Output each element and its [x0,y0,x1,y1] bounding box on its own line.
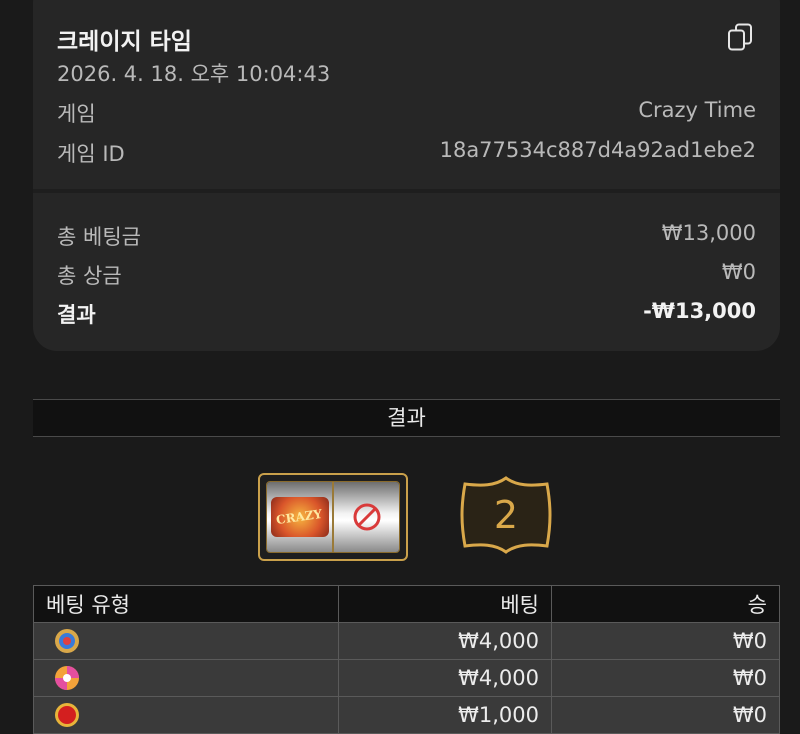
slot-reel-left: CRAZY [267,482,334,552]
total-win-row: 총 상금 ₩0 [57,260,756,290]
col-bet-type: 베팅 유형 [33,585,339,623]
game-id-value[interactable]: 18a77534c887d4a92ad1ebe2 [440,138,756,168]
results-header: 결과 [33,399,780,437]
game-title: 크레이지 타임 [57,29,192,55]
col-win: 승 [551,585,780,623]
total-win-value: ₩0 [721,260,756,284]
bets-table: 베팅 유형 베팅 승 ₩4,000 ₩0 ₩4,000 ₩0 ₩1,000 ₩0 [33,585,780,734]
win-amount-cell: ₩0 [551,622,780,660]
bets-table-header: 베팅 유형 베팅 승 [33,585,780,623]
table-row: ₩1,000 ₩0 [33,696,780,734]
bet-amount-cell: ₩4,000 [338,622,552,660]
round-summary-card: 크레이지 타임 2026. 4. 18. 오후 10:04:43 게임 Craz… [33,0,780,351]
game-row: 게임 Crazy Time [57,98,756,128]
win-amount-cell: ₩0 [551,696,780,734]
cash-hunt-icon [55,703,79,727]
no-entry-icon [353,503,380,531]
total-bet-value: ₩13,000 [661,221,756,245]
net-result-value: -₩13,000 [643,299,756,323]
bet-type-cell [33,696,339,734]
total-bet-label: 총 베팅금 [57,225,141,249]
bet-type-cell [33,622,339,660]
round-datetime: 2026. 4. 18. 오후 10:04:43 [57,62,331,86]
net-result-row: 결과 -₩13,000 [57,299,756,329]
slot-reels: CRAZY [266,481,400,553]
game-value: Crazy Time [638,98,756,122]
slot-result: CRAZY [258,473,408,561]
wheel-result-number: 2 [493,493,519,537]
col-bet: 베팅 [338,585,552,623]
game-id-row: 게임 ID 18a77534c887d4a92ad1ebe2 [57,138,756,168]
section-divider [33,189,780,193]
total-win-label: 총 상금 [57,264,122,288]
coin-flip-icon [55,629,79,653]
win-amount-cell: ₩0 [551,659,780,697]
pachinko-icon [55,666,79,690]
table-row: ₩4,000 ₩0 [33,622,780,660]
game-label: 게임 [57,102,96,126]
bet-amount-cell: ₩1,000 [338,696,552,734]
table-row: ₩4,000 ₩0 [33,659,780,697]
bet-type-cell [33,659,339,697]
crazy-time-logo: CRAZY [270,497,329,537]
slot-reel-right [334,482,399,552]
crazy-time-logo-text: CRAZY [275,506,324,528]
bet-amount-cell: ₩4,000 [338,659,552,697]
net-result-label: 결과 [57,303,96,327]
game-id-label: 게임 ID [57,142,125,166]
total-bet-row: 총 베팅금 ₩13,000 [57,221,756,251]
copy-icon[interactable] [727,23,753,51]
